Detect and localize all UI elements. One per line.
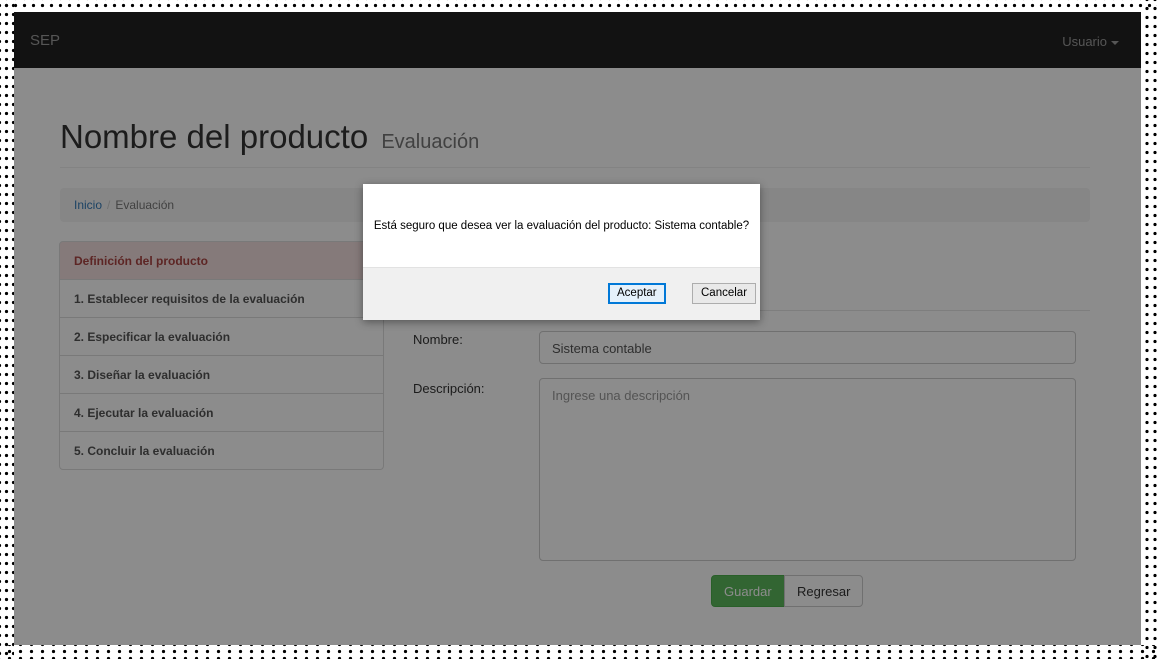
app-window: SEP Usuario Nombre del producto Evaluaci… (14, 12, 1141, 645)
dialog-footer: Aceptar Cancelar (363, 267, 760, 320)
confirm-dialog: Está seguro que desea ver la evaluación … (363, 184, 760, 320)
torn-border-left (0, 0, 14, 659)
accept-button[interactable]: Aceptar (608, 283, 666, 304)
cancel-button[interactable]: Cancelar (692, 283, 757, 304)
torn-border-top (0, 0, 1157, 10)
modal-backdrop[interactable] (14, 12, 1141, 645)
torn-border-right (1141, 0, 1157, 659)
torn-border-bottom (0, 645, 1157, 659)
dialog-message: Está seguro que desea ver la evaluación … (373, 220, 750, 232)
